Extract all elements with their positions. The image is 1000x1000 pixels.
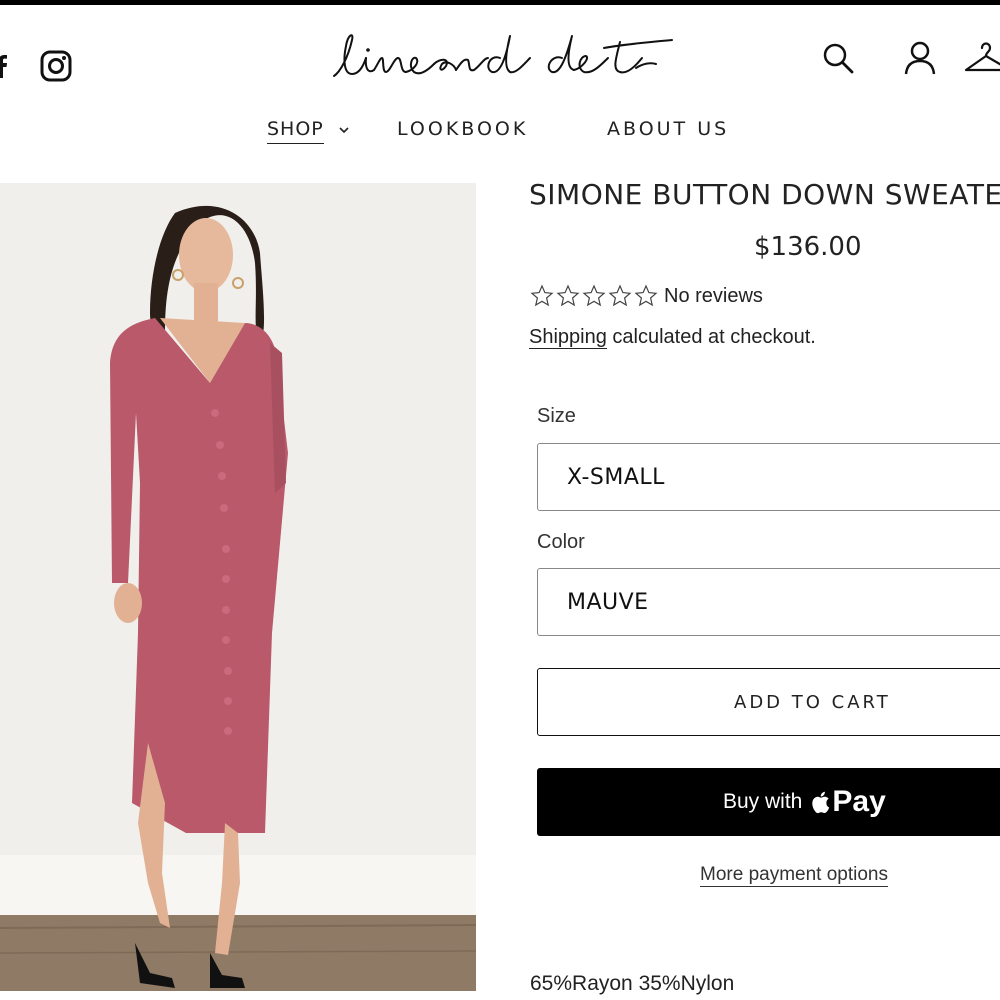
cart-icon[interactable] [962, 40, 1000, 76]
chevron-down-icon [339, 126, 349, 133]
size-label: Size [537, 405, 576, 427]
star-icon [582, 284, 606, 307]
instagram-icon[interactable] [40, 50, 72, 82]
reviews[interactable]: No reviews [530, 282, 763, 310]
product-material: 65%Rayon 35%Nylon [530, 972, 735, 995]
star-icon [556, 284, 580, 307]
product-price: $136.00 [754, 232, 862, 262]
pay-label: Pay [832, 785, 886, 818]
nav-about-us[interactable]: ABOUT US [607, 118, 729, 140]
star-icon [608, 284, 632, 307]
apple-pay-button[interactable]: Buy with Pay [537, 768, 1000, 836]
account-icon[interactable] [902, 40, 938, 76]
shipping-text: calculated at checkout. [612, 326, 816, 348]
color-select[interactable]: MAUVE [537, 568, 1000, 636]
main-nav: SHOP LOOKBOOK ABOUT US [0, 118, 1000, 148]
size-select[interactable]: X-SMALL [537, 443, 1000, 511]
search-icon[interactable] [820, 40, 856, 76]
color-value: MAUVE [567, 589, 649, 615]
nav-shop-label: SHOP [267, 118, 324, 144]
brand-logo[interactable] [330, 28, 682, 94]
nav-shop[interactable]: SHOP [267, 118, 351, 144]
color-label: Color [537, 531, 585, 553]
reviews-count: No reviews [664, 284, 763, 307]
nav-lookbook[interactable]: LOOKBOOK [397, 118, 528, 140]
shipping-note: Shipping calculated at checkout. [529, 326, 816, 349]
product-title: SIMONE BUTTON DOWN SWEATE [529, 178, 1000, 211]
facebook-icon[interactable] [0, 54, 8, 78]
more-payment-options-link[interactable]: More payment options [700, 864, 888, 887]
buy-with-label: Buy with [723, 790, 803, 813]
product-page: SHOP LOOKBOOK ABOUT US SIMONE BUTTON DOW… [0, 0, 1000, 1000]
shipping-link[interactable]: Shipping [529, 326, 607, 349]
star-icon [634, 284, 658, 307]
size-value: X-SMALL [567, 464, 665, 490]
add-to-cart-button[interactable]: ADD TO CART [537, 668, 1000, 736]
apple-icon [812, 791, 830, 814]
top-bar [0, 0, 1000, 5]
product-image[interactable] [0, 183, 476, 991]
rating-stars [530, 284, 658, 308]
star-icon [530, 284, 554, 307]
